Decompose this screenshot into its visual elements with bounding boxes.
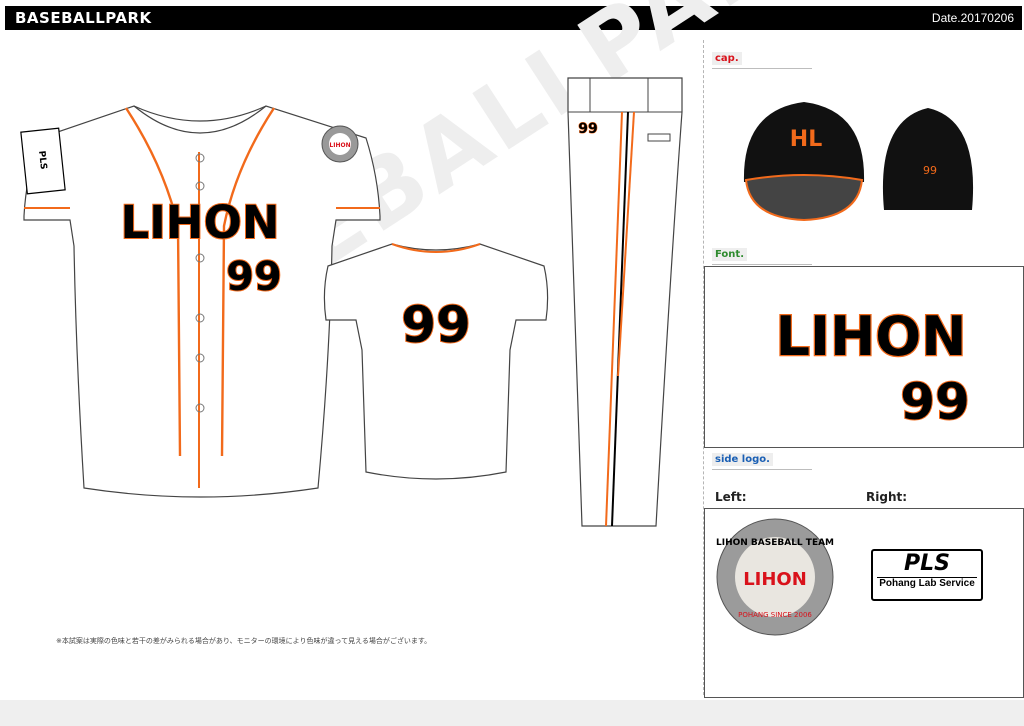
left-logo-center-text: LIHON [743, 569, 807, 590]
right-side-logo: PLS Pohang Lab Service [871, 549, 983, 601]
cap-front: HL [743, 102, 865, 222]
font-title-rule [712, 264, 812, 265]
brand-logo: BASEBALLPARK [15, 9, 152, 27]
left-logo-label: Left: [715, 490, 747, 504]
right-logo-main: PLS [904, 551, 950, 576]
pants: 99 [567, 77, 683, 527]
cap-back: 99 [882, 108, 974, 210]
jersey-back: 99 [323, 243, 549, 480]
left-side-logo: LIHON BASEBALL TEAM LIHON POHANG SINCE 2… [716, 518, 834, 636]
date-label: Date.20170206 [931, 11, 1014, 25]
cap-logo: HL [790, 127, 822, 152]
sleeve-patch-text: PLS [36, 150, 48, 170]
side-logo-section-title: side logo. [712, 453, 773, 466]
front-number: 99 [226, 254, 282, 300]
font-section-title: Font. [712, 248, 747, 261]
svg-text:LIHON: LIHON [329, 142, 350, 149]
font-team-name: LIHON [776, 305, 967, 368]
font-panel: LIHON 99 [704, 266, 1024, 448]
left-logo-bottom-text: POHANG SINCE 2006 [738, 611, 812, 619]
back-number: 99 [401, 296, 471, 354]
cap-title-rule [712, 68, 812, 69]
font-preview: LIHON 99 [774, 304, 970, 432]
right-logo-label: Right: [866, 490, 908, 504]
bottom-strip [0, 700, 1024, 726]
spec-sheet: BASEBALLPARK Date.20170206 BASEBALLPARK … [0, 0, 1024, 700]
front-team-name: LIHON [121, 196, 280, 249]
left-logo-top-text: LIHON BASEBALL TEAM [716, 538, 834, 548]
top-bar: BASEBALLPARK Date.20170206 [5, 6, 1022, 30]
right-logo-sub: Pohang Lab Service [877, 577, 977, 589]
cap-back-number: 99 [923, 164, 937, 177]
pants-number: 99 [578, 121, 597, 137]
cap-section-title: cap. [712, 52, 742, 65]
side-logo-title-rule [712, 469, 812, 470]
disclaimer-note: ※本試案は実際の色味と若干の差がみられる場合があり、モニターの環境により色味が違… [56, 637, 432, 645]
font-number: 99 [900, 373, 970, 431]
side-logo-panel: LIHON BASEBALL TEAM LIHON POHANG SINCE 2… [704, 508, 1024, 698]
